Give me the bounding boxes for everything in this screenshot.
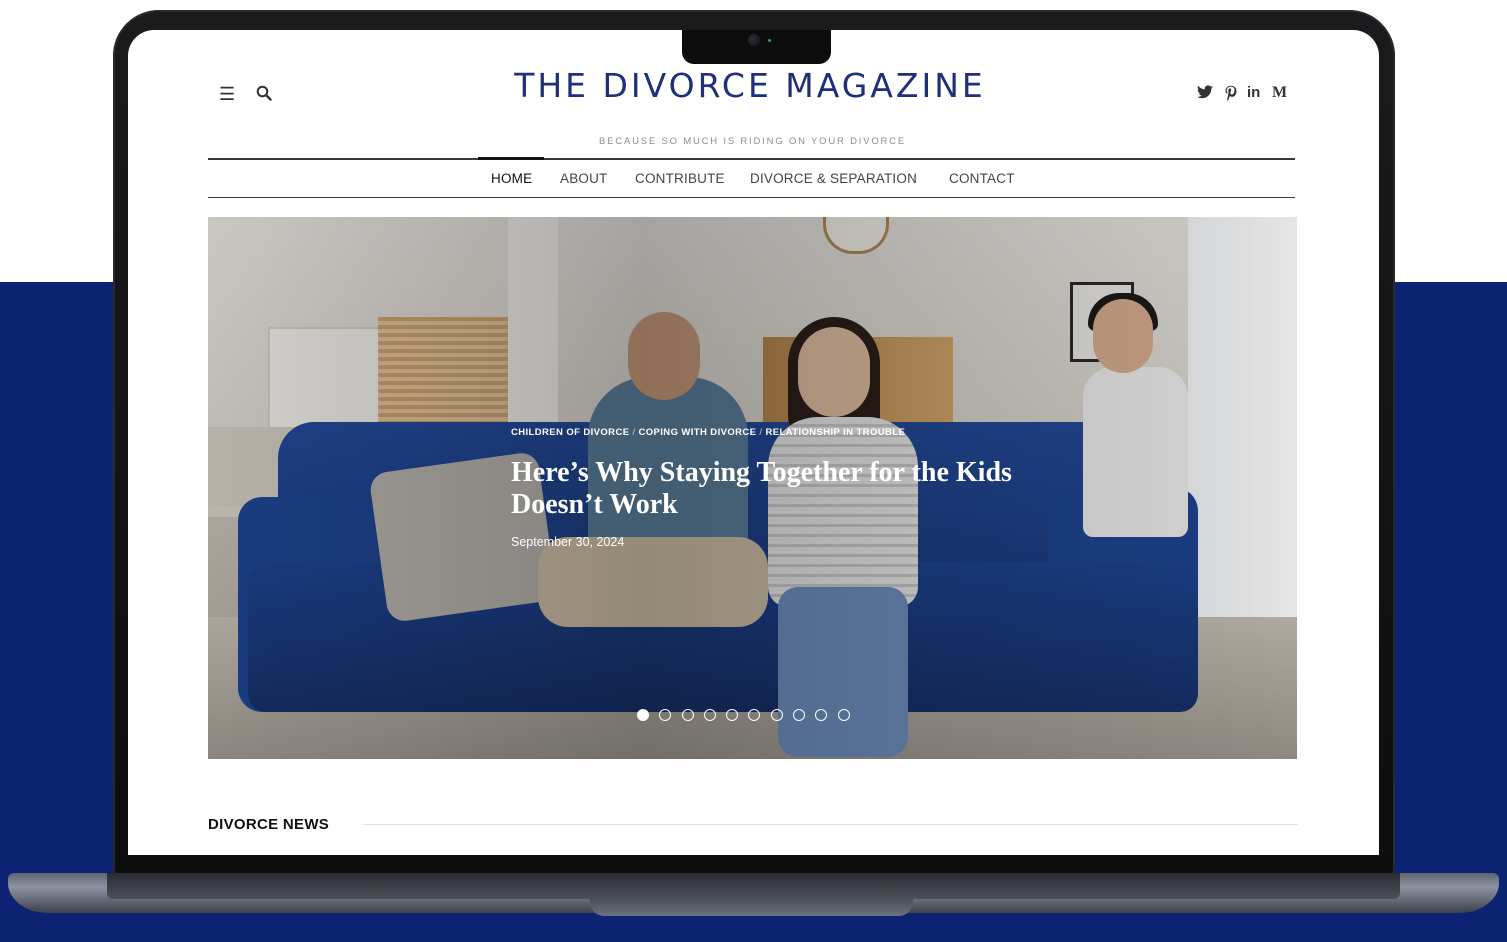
site-tagline: BECAUSE SO MUCH IS RIDING ON YOUR DIVORC… xyxy=(599,136,906,147)
slider-dot-2[interactable] xyxy=(659,709,672,721)
slider-dot-9[interactable] xyxy=(815,709,828,721)
medium-icon[interactable]: M xyxy=(1272,85,1287,101)
nav-bottom-rule xyxy=(208,197,1295,198)
category-separator: / xyxy=(759,427,763,438)
slider-dot-3[interactable] xyxy=(681,709,694,721)
category-separator: / xyxy=(632,427,636,438)
hero-article-title[interactable]: Here’s Why Staying Together for the Kids… xyxy=(511,457,1031,521)
nav-active-indicator xyxy=(478,157,544,160)
laptop-hinge xyxy=(107,873,1400,899)
slider-dot-6[interactable] xyxy=(748,709,761,721)
hero-article-date: September 30, 2024 xyxy=(511,535,625,549)
nav-item-contribute[interactable]: CONTRIBUTE xyxy=(635,171,725,186)
slider-dot-7[interactable] xyxy=(770,709,783,721)
twitter-icon[interactable] xyxy=(1197,85,1213,102)
slider-dot-5[interactable] xyxy=(726,709,739,721)
camera-icon xyxy=(748,34,760,46)
camera-indicator-light xyxy=(768,39,771,42)
slider-dot-4[interactable] xyxy=(703,709,716,721)
section-heading: DIVORCE NEWS xyxy=(208,816,330,833)
nav-item-contact[interactable]: CONTACT xyxy=(949,171,1015,186)
category-link[interactable]: CHILDREN OF DIVORCE xyxy=(511,427,629,438)
category-link[interactable]: COPING WITH DIVORCE xyxy=(638,427,756,438)
search-icon[interactable] xyxy=(256,85,272,104)
hamburger-menu-icon[interactable]: ☰ xyxy=(219,85,235,103)
slider-dot-10[interactable] xyxy=(837,709,850,721)
submenu-plus-icon[interactable]: + xyxy=(911,173,918,185)
nav-item-about[interactable]: ABOUT xyxy=(560,171,608,186)
hero-categories: CHILDREN OF DIVORCE / COPING WITH DIVORCE /… xyxy=(511,427,905,438)
nav-item-home[interactable]: HOME xyxy=(491,171,532,186)
site-title[interactable]: THE DIVORCE MAGAZINE xyxy=(470,66,1030,105)
linkedin-icon[interactable]: in xyxy=(1247,85,1260,100)
slider-dot-8[interactable] xyxy=(793,709,806,721)
pinterest-icon[interactable] xyxy=(1224,85,1238,104)
laptop-opening-groove xyxy=(590,899,913,916)
category-link[interactable]: RELATIONSHIP IN TROUBLE xyxy=(765,427,905,438)
section-divider xyxy=(363,824,1298,825)
nav-top-rule xyxy=(208,158,1295,160)
slider-dot-1[interactable] xyxy=(637,709,649,721)
nav-item-divorce-separation[interactable]: DIVORCE & SEPARATION xyxy=(750,171,917,186)
slider-pagination xyxy=(637,709,850,723)
